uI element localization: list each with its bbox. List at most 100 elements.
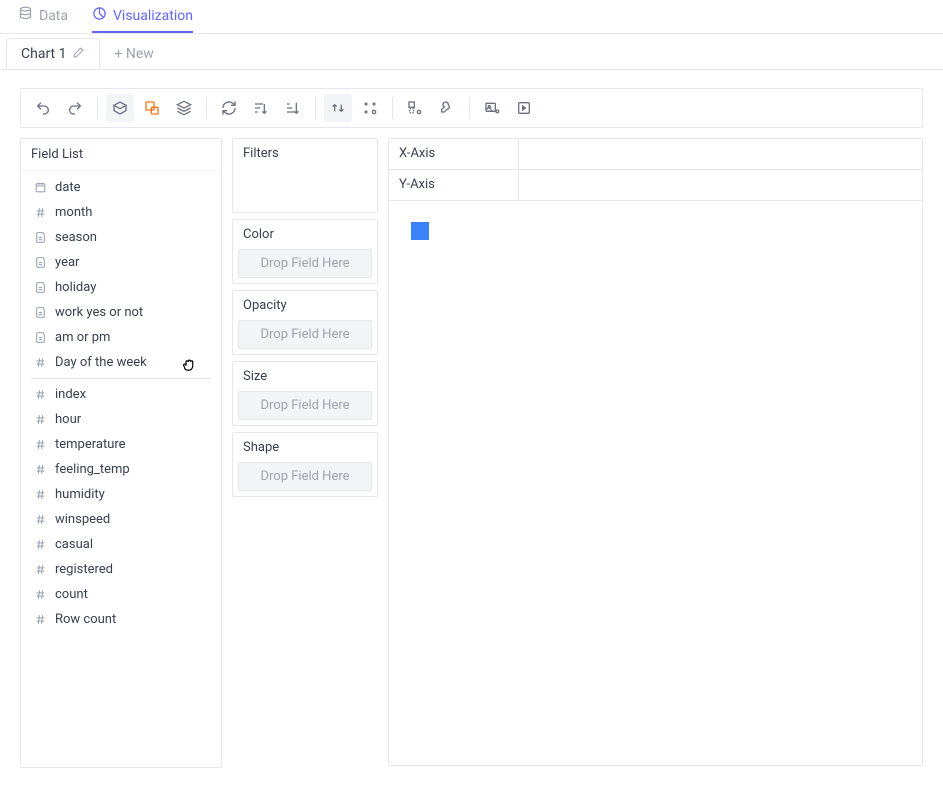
text-icon bbox=[33, 306, 47, 320]
field-item[interactable]: holiday bbox=[31, 275, 211, 300]
field-label: casual bbox=[55, 537, 93, 552]
top-tabs: Data Visualization bbox=[0, 0, 943, 34]
toolbar-separator bbox=[97, 97, 98, 119]
stack-button[interactable] bbox=[170, 94, 198, 122]
redo-button[interactable] bbox=[61, 94, 89, 122]
image-settings-button[interactable] bbox=[478, 94, 506, 122]
filters-block: Filters bbox=[232, 138, 378, 213]
field-label: hour bbox=[55, 412, 81, 427]
shape-title: Shape bbox=[233, 433, 377, 462]
sort-desc-button[interactable] bbox=[279, 94, 307, 122]
field-label: feeling_temp bbox=[55, 462, 130, 477]
field-label: am or pm bbox=[55, 330, 110, 345]
field-label: Row count bbox=[55, 612, 116, 627]
hash-icon bbox=[33, 613, 47, 627]
hash-icon bbox=[33, 463, 47, 477]
color-drop-zone[interactable]: Drop Field Here bbox=[238, 249, 372, 278]
color-title: Color bbox=[233, 220, 377, 249]
field-item[interactable]: Day of the week bbox=[31, 350, 211, 375]
field-item[interactable]: Row count bbox=[31, 607, 211, 632]
field-item[interactable]: winspeed bbox=[31, 507, 211, 532]
hash-icon bbox=[33, 388, 47, 402]
opacity-drop-zone[interactable]: Drop Field Here bbox=[238, 320, 372, 349]
x-axis-row: X-Axis bbox=[388, 138, 923, 170]
chart-tab-1[interactable]: Chart 1 bbox=[6, 38, 100, 69]
field-label: season bbox=[55, 230, 97, 245]
filters-title: Filters bbox=[233, 139, 377, 168]
field-item[interactable]: casual bbox=[31, 532, 211, 557]
chart-icon bbox=[92, 6, 107, 25]
layout-settings-button[interactable] bbox=[356, 94, 384, 122]
field-divider bbox=[31, 378, 211, 379]
tab-visualization[interactable]: Visualization bbox=[92, 0, 193, 33]
field-label: index bbox=[55, 387, 86, 402]
filters-drop-zone[interactable] bbox=[233, 168, 377, 212]
hash-icon bbox=[33, 206, 47, 220]
chart-tab-new[interactable]: + New bbox=[100, 38, 167, 69]
field-item[interactable]: am or pm bbox=[31, 325, 211, 350]
y-axis-drop-zone[interactable] bbox=[519, 170, 922, 200]
field-item[interactable]: feeling_temp bbox=[31, 457, 211, 482]
x-axis-label: X-Axis bbox=[389, 139, 519, 169]
field-label: holiday bbox=[55, 280, 96, 295]
panels: Field List date month season year holiday wor… bbox=[20, 138, 923, 768]
hash-icon bbox=[33, 588, 47, 602]
toolbar-separator bbox=[392, 97, 393, 119]
field-item[interactable]: index bbox=[31, 382, 211, 407]
shape-block: Shape Drop Field Here bbox=[232, 432, 378, 497]
toolbar-separator bbox=[469, 97, 470, 119]
encoding-column: Filters Color Drop Field Here Opacity Dr… bbox=[232, 138, 378, 497]
size-drop-zone[interactable]: Drop Field Here bbox=[238, 391, 372, 420]
config-button[interactable] bbox=[433, 94, 461, 122]
y-axis-label: Y-Axis bbox=[389, 170, 519, 200]
field-item[interactable]: temperature bbox=[31, 432, 211, 457]
sort-asc-button[interactable] bbox=[247, 94, 275, 122]
hash-icon bbox=[33, 413, 47, 427]
field-label: humidity bbox=[55, 487, 105, 502]
toolbar-separator bbox=[315, 97, 316, 119]
field-label: temperature bbox=[55, 437, 126, 452]
toolbar-separator bbox=[206, 97, 207, 119]
field-item[interactable]: month bbox=[31, 200, 211, 225]
field-item[interactable]: year bbox=[31, 250, 211, 275]
field-item[interactable]: count bbox=[31, 582, 211, 607]
export-button[interactable] bbox=[510, 94, 538, 122]
text-icon bbox=[33, 281, 47, 295]
field-list-panel: Field List date month season year holiday wor… bbox=[20, 138, 222, 768]
x-axis-drop-zone[interactable] bbox=[519, 139, 922, 169]
field-item[interactable]: humidity bbox=[31, 482, 211, 507]
workspace: Field List date month season year holiday wor… bbox=[0, 70, 943, 786]
coord-settings-button[interactable] bbox=[401, 94, 429, 122]
field-list-title: Field List bbox=[21, 139, 221, 171]
toolbar bbox=[20, 88, 923, 128]
tab-data[interactable]: Data bbox=[18, 0, 68, 33]
transpose-button[interactable] bbox=[324, 94, 352, 122]
field-item[interactable]: season bbox=[31, 225, 211, 250]
field-label: work yes or not bbox=[55, 305, 143, 320]
refresh-button[interactable] bbox=[215, 94, 243, 122]
field-item[interactable]: hour bbox=[31, 407, 211, 432]
edit-icon[interactable] bbox=[72, 46, 85, 63]
size-block: Size Drop Field Here bbox=[232, 361, 378, 426]
color-block: Color Drop Field Here bbox=[232, 219, 378, 284]
database-icon bbox=[18, 6, 33, 25]
mark-type-button[interactable] bbox=[138, 94, 166, 122]
field-label: count bbox=[55, 587, 88, 602]
field-item[interactable]: registered bbox=[31, 557, 211, 582]
chart-canvas[interactable] bbox=[388, 200, 923, 766]
text-icon bbox=[33, 231, 47, 245]
opacity-block: Opacity Drop Field Here bbox=[232, 290, 378, 355]
undo-button[interactable] bbox=[29, 94, 57, 122]
date-icon bbox=[33, 181, 47, 195]
field-label: date bbox=[55, 180, 81, 195]
mark-preview bbox=[411, 222, 429, 240]
hash-icon bbox=[33, 538, 47, 552]
hash-icon bbox=[33, 488, 47, 502]
field-item[interactable]: date bbox=[31, 175, 211, 200]
aggregate-button[interactable] bbox=[106, 94, 134, 122]
field-item[interactable]: work yes or not bbox=[31, 300, 211, 325]
field-label: year bbox=[55, 255, 79, 270]
hash-icon bbox=[33, 513, 47, 527]
field-label: Day of the week bbox=[55, 355, 147, 370]
shape-drop-zone[interactable]: Drop Field Here bbox=[238, 462, 372, 491]
